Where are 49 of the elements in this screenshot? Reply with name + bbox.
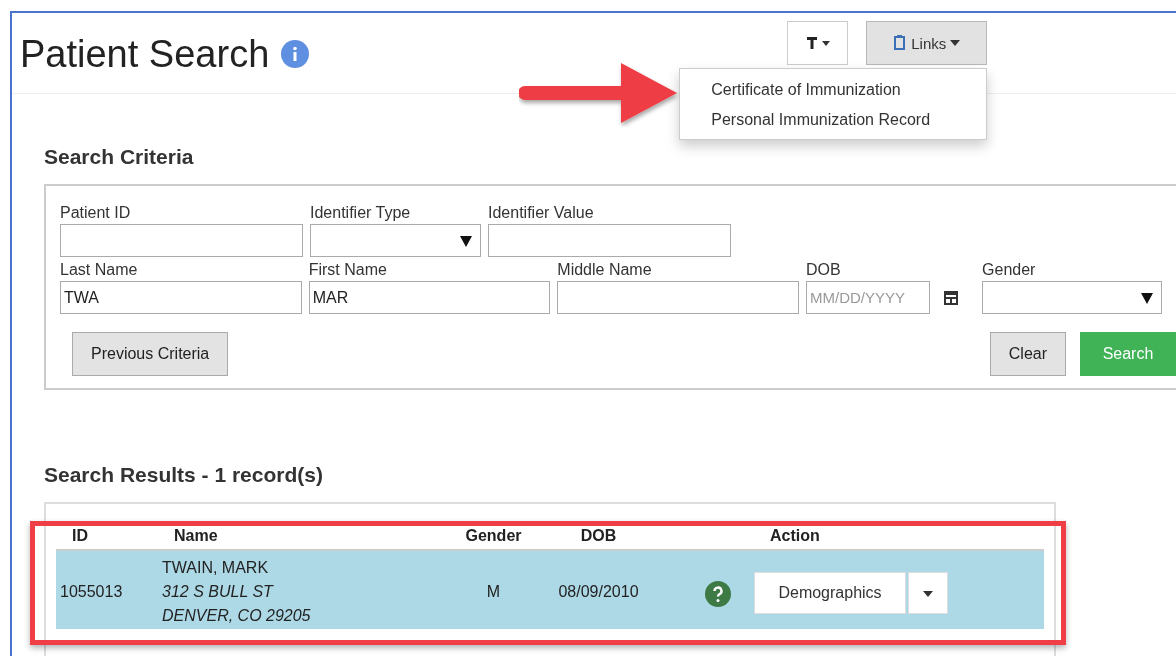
calendar-icon[interactable]	[942, 289, 959, 306]
info-icon[interactable]	[281, 40, 310, 68]
links-menu-button[interactable]: Links	[866, 21, 988, 65]
address-line: 312 S BULL ST	[161, 582, 275, 602]
date-field[interactable]: MM/DD/YYYY	[805, 281, 930, 314]
field-label: First Name	[308, 260, 388, 280]
field-label: Identifier Type	[310, 203, 412, 223]
text-field[interactable]	[60, 224, 303, 257]
menu-item[interactable]: Personal Immunization Record	[680, 111, 931, 129]
demographics-button[interactable]: Demographics	[754, 571, 906, 614]
text-field[interactable]	[557, 281, 799, 314]
field-label: Middle Name	[557, 260, 653, 280]
section-heading: Search Results - 1 record(s)	[44, 462, 324, 488]
tools-menu-button[interactable]	[787, 21, 849, 65]
previous-criteria-button[interactable]: Previous Criteria	[72, 332, 229, 376]
result-row[interactable]: 1055013 TWAIN, MARK 312 S BULL ST DENVER, CO 29205 M 08/09/2010 Demographics	[56, 551, 1044, 629]
dropdown-arrow-icon	[1141, 293, 1154, 304]
field-label: Last Name	[60, 260, 139, 280]
table-cell-text: 08/09/2010	[557, 582, 640, 602]
field-label: Identifier Value	[488, 203, 595, 223]
action-dropdown-button[interactable]	[908, 571, 948, 614]
page-title: Patient Search	[20, 35, 270, 73]
field-label: Gender	[982, 260, 1037, 280]
column-header: Name	[173, 526, 219, 546]
caret-icon	[821, 40, 830, 46]
table-cell-text: TWAIN, MARK	[161, 558, 270, 578]
text-field[interactable]: TWA	[60, 281, 302, 314]
caret-icon	[923, 591, 933, 597]
column-header: DOB	[579, 526, 618, 546]
column-header: Gender	[464, 526, 523, 546]
column-header: ID	[71, 526, 89, 546]
menu-item[interactable]: Certificate of Immunization	[680, 81, 901, 99]
clipboard-icon	[893, 35, 908, 51]
table-cell-text: M	[485, 582, 502, 602]
select-field[interactable]	[310, 224, 481, 257]
hammer-icon	[805, 36, 818, 50]
caret-icon	[950, 40, 961, 46]
dropdown-arrow-icon	[460, 236, 472, 247]
column-header: Action	[769, 526, 821, 546]
clear-button[interactable]: Clear	[989, 332, 1066, 376]
field-label: Patient ID	[60, 203, 132, 223]
section-heading: Search Criteria	[44, 144, 195, 170]
field-label: DOB	[805, 260, 842, 280]
table-cell-text: 1055013	[59, 582, 124, 602]
text-field[interactable]	[488, 224, 731, 257]
help-icon[interactable]	[705, 581, 731, 607]
address-line: DENVER, CO 29205	[161, 606, 312, 626]
select-field[interactable]	[982, 281, 1163, 314]
text-field[interactable]: MAR	[308, 281, 551, 314]
